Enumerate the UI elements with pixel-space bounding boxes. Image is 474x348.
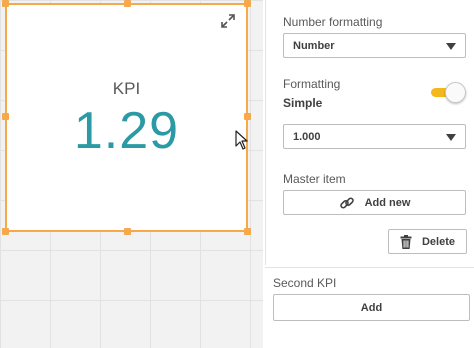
- toggle-knob: [445, 82, 466, 103]
- section-divider: [265, 267, 474, 268]
- add-second-kpi-button[interactable]: Add: [273, 294, 470, 321]
- chevron-down-icon: [446, 134, 456, 141]
- resize-handle-top-right[interactable]: [244, 0, 251, 7]
- resize-handle-bottom-left[interactable]: [2, 228, 9, 235]
- resize-handle-top[interactable]: [124, 0, 131, 7]
- add-new-label: Add new: [364, 196, 411, 209]
- format-pattern-value: 1.000: [293, 130, 321, 143]
- number-formatting-dropdown[interactable]: Number: [283, 33, 466, 58]
- delete-label: Delete: [421, 235, 456, 248]
- resize-handle-top-left[interactable]: [2, 0, 9, 7]
- formatting-mode-label: Simple: [283, 96, 323, 110]
- resize-handle-bottom[interactable]: [124, 228, 131, 235]
- delete-button[interactable]: Delete: [388, 229, 467, 254]
- panel-divider: [265, 0, 266, 265]
- master-item-label: Master item: [283, 172, 346, 186]
- formatting-label: Formatting: [283, 77, 341, 91]
- formatting-toggle[interactable]: [431, 82, 467, 103]
- format-pattern-dropdown[interactable]: 1.000: [283, 124, 466, 149]
- link-icon: [339, 195, 355, 211]
- number-formatting-label: Number formatting: [283, 15, 383, 29]
- kpi-value: 1.29: [73, 102, 180, 160]
- kpi-label: KPI: [112, 79, 141, 98]
- sheet-grid-canvas[interactable]: KPI 1.29: [0, 0, 263, 348]
- expand-icon[interactable]: [220, 13, 236, 29]
- kpi-object[interactable]: KPI 1.29: [2, 0, 251, 235]
- chevron-down-icon: [446, 43, 456, 50]
- trash-icon: [400, 234, 412, 249]
- add-label: Add: [360, 301, 383, 314]
- add-new-button[interactable]: Add new: [283, 190, 466, 215]
- second-kpi-label: Second KPI: [273, 276, 337, 290]
- resize-handle-bottom-right[interactable]: [244, 228, 251, 235]
- number-formatting-value: Number: [293, 39, 335, 52]
- pointer-cursor-icon: [235, 130, 249, 150]
